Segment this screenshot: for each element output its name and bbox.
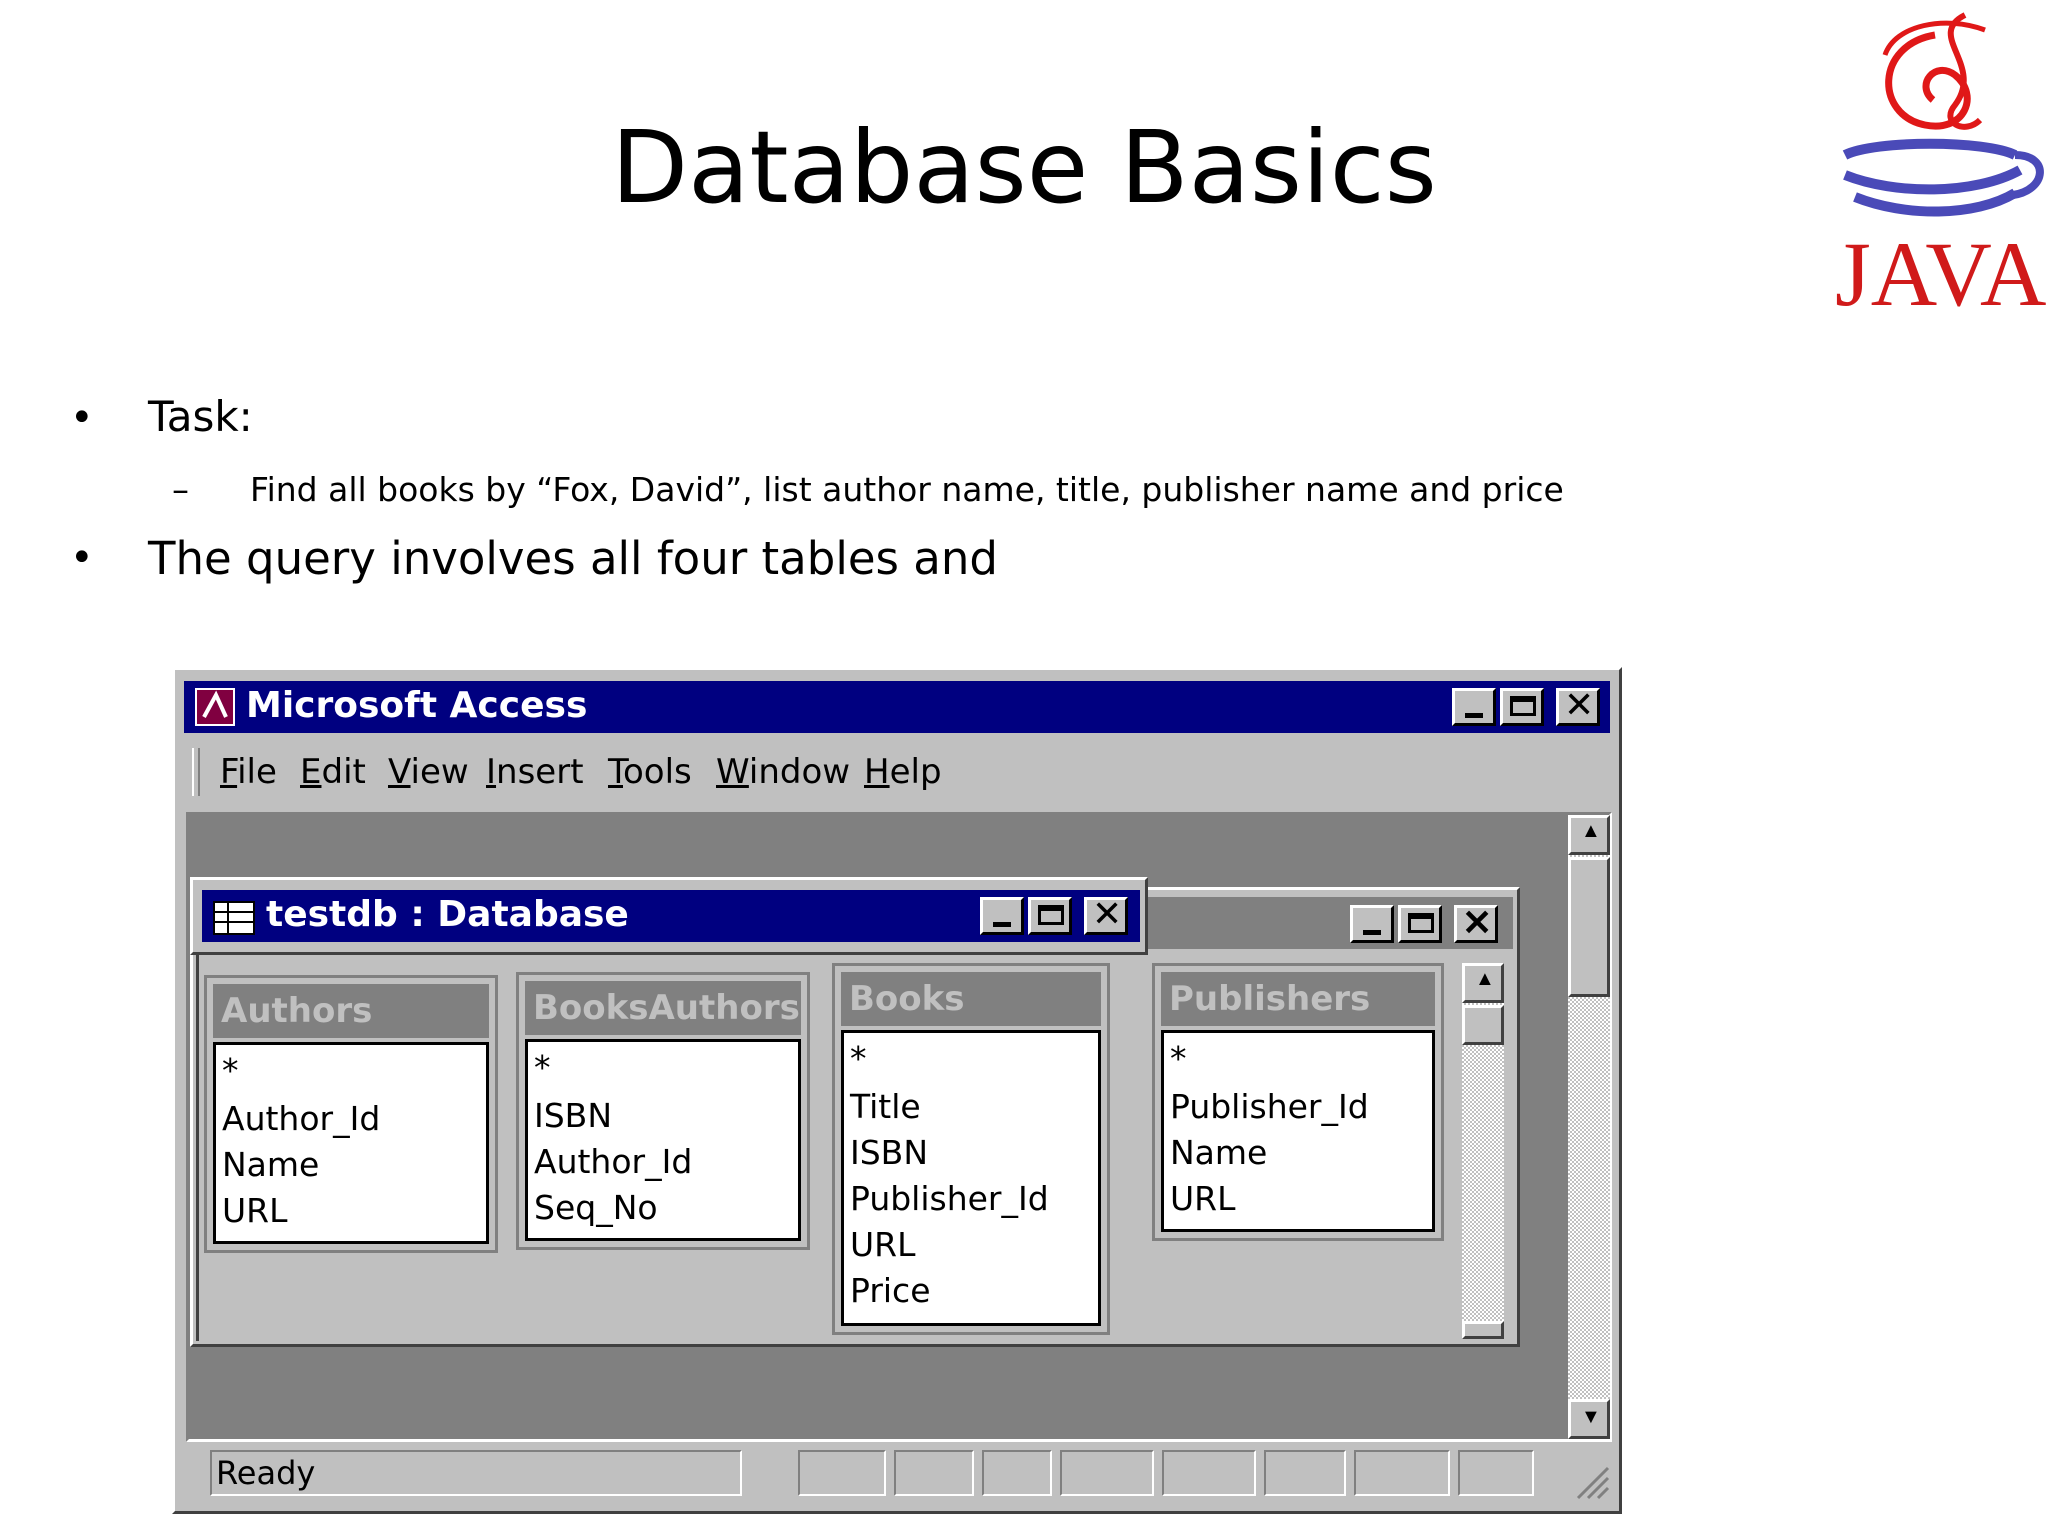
field-item[interactable]: URL — [850, 1225, 915, 1264]
access-app-icon — [195, 688, 235, 726]
close-icon: ✕ — [1564, 685, 1595, 726]
workspace-scrollbar[interactable]: ▲ ▼ — [1568, 815, 1610, 1439]
scroll-thumb[interactable] — [1568, 857, 1610, 997]
arrow-up-icon: ▲ — [1581, 820, 1601, 842]
maximize-button[interactable] — [1500, 688, 1544, 726]
status-indicator — [982, 1450, 1052, 1496]
scroll-down-button[interactable]: ▼ — [1568, 1399, 1610, 1439]
status-indicator — [1060, 1450, 1154, 1496]
slide-title: Database Basics — [611, 109, 1437, 226]
relationships-scrollbar[interactable]: ▲ — [1462, 963, 1504, 1339]
close-icon: ✕ — [1462, 902, 1493, 943]
table-publishers[interactable]: Publishers * Publisher_Id Name URL — [1152, 963, 1444, 1241]
table-books-fields: * Title ISBN Publisher_Id URL Price — [841, 1030, 1101, 1326]
field-item[interactable]: ISBN — [534, 1096, 612, 1135]
status-text: Ready — [216, 1454, 316, 1492]
field-item[interactable]: Publisher_Id — [1170, 1087, 1369, 1126]
maximize-icon — [1510, 696, 1536, 716]
table-books[interactable]: Books * Title ISBN Publisher_Id URL Pric… — [832, 963, 1110, 1335]
field-item[interactable]: * — [1170, 1039, 1187, 1078]
table-booksauthors-header[interactable]: BooksAuthors — [525, 981, 801, 1035]
relationships-minimize-button[interactable] — [1350, 905, 1394, 943]
menu-window[interactable]: Window — [716, 752, 850, 792]
maximize-icon — [1408, 913, 1434, 933]
field-item[interactable]: Author_Id — [222, 1099, 380, 1138]
menu-view[interactable]: View — [388, 752, 469, 792]
scroll-down-button[interactable] — [1462, 1321, 1504, 1339]
minimize-icon — [1465, 713, 1483, 718]
field-item[interactable]: Price — [850, 1271, 931, 1310]
scroll-up-button[interactable]: ▲ — [1568, 815, 1610, 855]
table-publishers-header[interactable]: Publishers — [1161, 972, 1435, 1026]
bullet-query: The query involves all four tables and — [148, 532, 998, 585]
minimize-icon — [993, 922, 1011, 927]
minimize-button[interactable] — [1452, 688, 1496, 726]
menu-bar: File Edit View Insert Tools Window Help — [184, 740, 1610, 804]
status-indicator — [1354, 1450, 1450, 1496]
arrow-down-icon: ▼ — [1581, 1406, 1601, 1428]
table-books-header[interactable]: Books — [841, 972, 1101, 1026]
database-close-button[interactable]: ✕ — [1084, 894, 1128, 935]
database-title-bar[interactable]: testdb : Database ✕ — [202, 890, 1140, 942]
menu-grip — [192, 748, 200, 796]
table-booksauthors[interactable]: BooksAuthors * ISBN Author_Id Seq_No — [516, 972, 810, 1250]
field-item[interactable]: Seq_No — [534, 1188, 658, 1227]
sub-bullet-marker: – — [172, 470, 189, 510]
java-logo-text: JAVA — [1835, 223, 2046, 325]
access-title: Microsoft Access — [246, 685, 588, 726]
field-item[interactable]: Name — [1170, 1133, 1267, 1172]
menu-edit[interactable]: Edit — [300, 752, 366, 792]
menu-file[interactable]: File — [220, 752, 277, 792]
table-authors-fields: * Author_Id Name URL — [213, 1042, 489, 1244]
menu-help[interactable]: Help — [864, 752, 942, 792]
field-item[interactable]: * — [850, 1039, 867, 1078]
close-icon: ✕ — [1092, 894, 1123, 935]
status-bar-text-cell: Ready — [210, 1450, 742, 1496]
resize-grip-icon[interactable] — [1570, 1460, 1610, 1500]
access-title-bar[interactable]: Microsoft Access ✕ — [184, 681, 1610, 733]
table-publishers-fields: * Publisher_Id Name URL — [1161, 1030, 1435, 1232]
field-item[interactable]: Name — [222, 1145, 319, 1184]
scroll-up-button[interactable]: ▲ — [1462, 963, 1504, 1003]
table-authors-header[interactable]: Authors — [213, 984, 489, 1038]
relationships-title-bar[interactable]: ✕ — [1148, 897, 1513, 949]
menu-tools[interactable]: Tools — [608, 752, 692, 792]
database-maximize-button[interactable] — [1028, 897, 1072, 935]
database-title: testdb : Database — [266, 894, 629, 935]
status-indicator — [894, 1450, 974, 1496]
sub-bullet-task-detail: Find all books by “Fox, David”, list aut… — [250, 470, 1564, 509]
bullet-marker: • — [70, 535, 94, 581]
field-item[interactable]: URL — [1170, 1179, 1235, 1218]
bullet-task: Task: — [148, 392, 253, 441]
relationships-maximize-button[interactable] — [1398, 905, 1442, 943]
close-button[interactable]: ✕ — [1556, 685, 1600, 726]
menu-insert[interactable]: Insert — [486, 752, 584, 792]
arrow-up-icon: ▲ — [1475, 968, 1495, 990]
relationships-close-button[interactable]: ✕ — [1454, 902, 1498, 943]
minimize-icon — [1363, 930, 1381, 935]
maximize-icon — [1038, 905, 1064, 925]
field-item[interactable]: * — [222, 1051, 239, 1090]
status-indicator — [1264, 1450, 1346, 1496]
status-indicator — [798, 1450, 886, 1496]
field-item[interactable]: ISBN — [850, 1133, 928, 1172]
field-item[interactable]: * — [534, 1048, 551, 1087]
table-authors[interactable]: Authors * Author_Id Name URL — [204, 975, 498, 1253]
status-indicator — [1162, 1450, 1256, 1496]
bullet-marker: • — [70, 395, 94, 441]
database-icon — [213, 901, 255, 935]
database-minimize-button[interactable] — [980, 897, 1024, 935]
field-item[interactable]: Title — [850, 1087, 921, 1126]
field-item[interactable]: Author_Id — [534, 1142, 692, 1181]
table-booksauthors-fields: * ISBN Author_Id Seq_No — [525, 1039, 801, 1241]
status-indicator — [1458, 1450, 1534, 1496]
field-item[interactable]: Publisher_Id — [850, 1179, 1049, 1218]
java-logo: JAVA — [1835, 12, 2046, 325]
field-item[interactable]: URL — [222, 1191, 287, 1230]
scroll-thumb[interactable] — [1462, 1005, 1504, 1045]
